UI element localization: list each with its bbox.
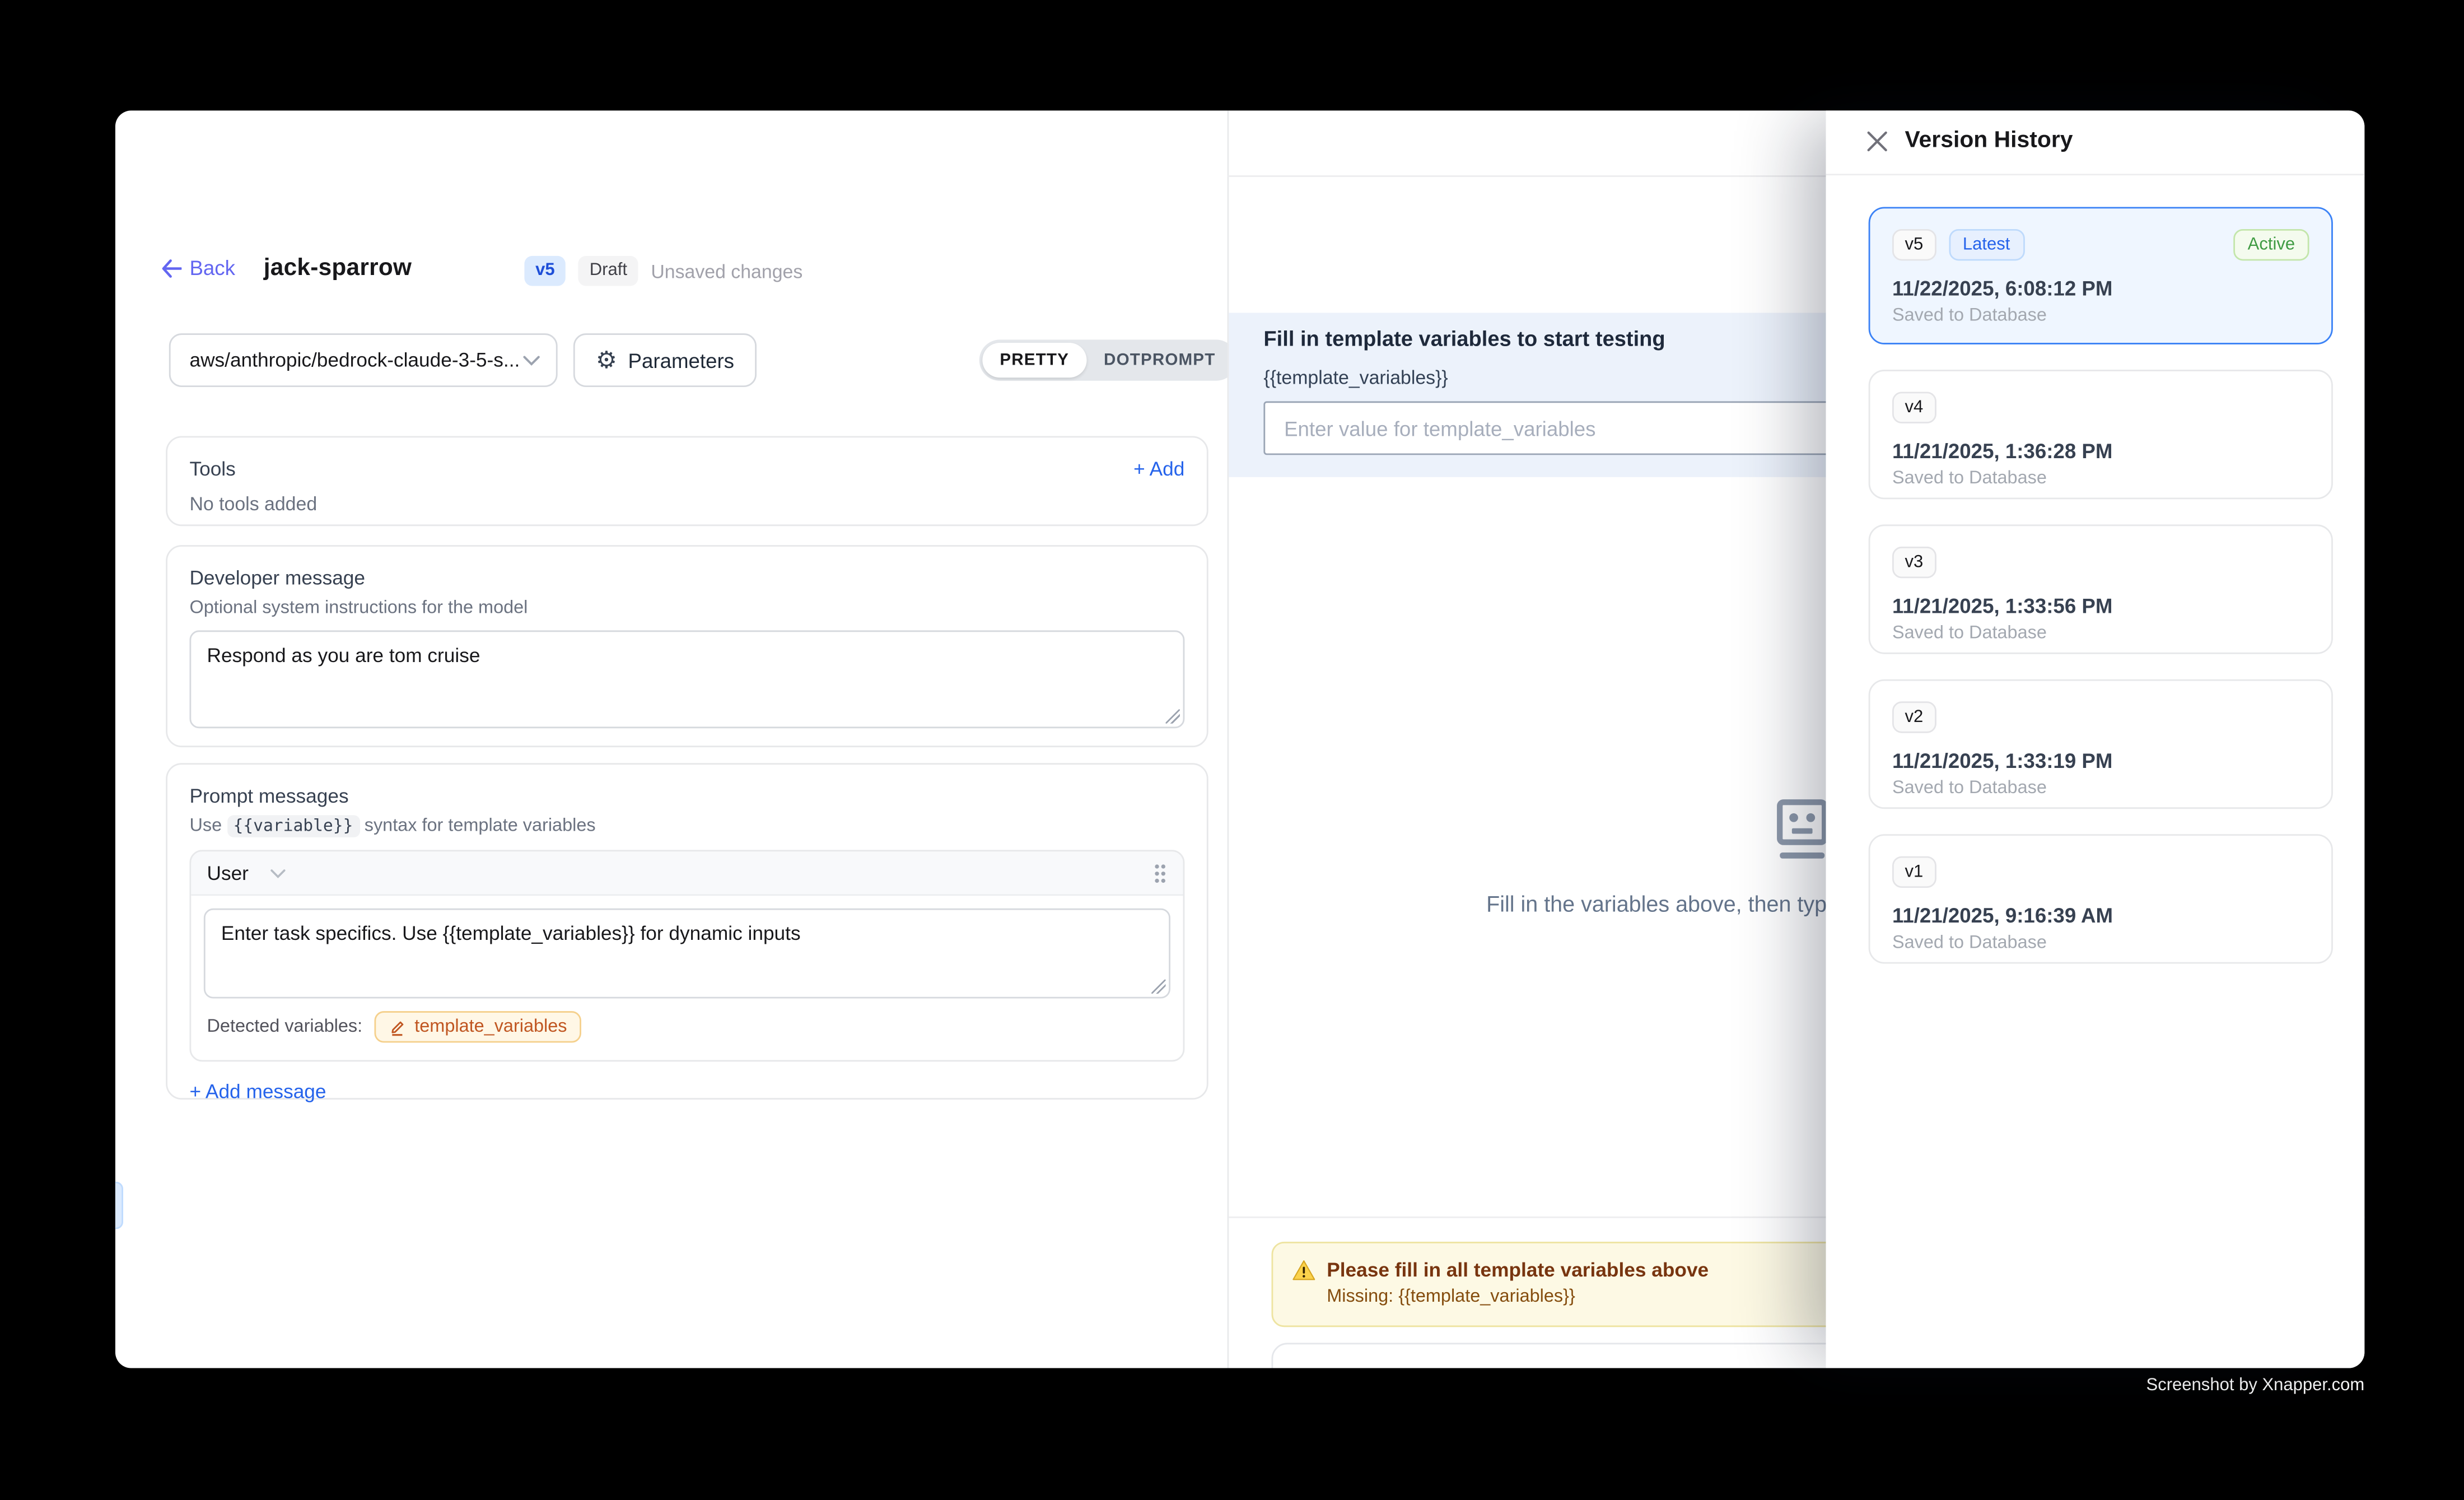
chevron-down-icon	[270, 868, 286, 878]
version-date: 11/21/2025, 1:33:56 PM	[1892, 594, 2309, 618]
role-select-value: User	[207, 862, 248, 884]
message-header: User	[191, 851, 1183, 896]
back-arrow-icon	[161, 258, 182, 277]
developer-message-subtitle: Optional system instructions for the mod…	[189, 599, 1184, 618]
version-card-v5[interactable]: v5 Latest Active 11/22/2025, 6:08:12 PM …	[1869, 207, 2333, 344]
variable-syntax-chip: {{variable}}	[227, 815, 360, 837]
tools-title: Tools	[189, 458, 235, 480]
parameters-label: Parameters	[628, 348, 735, 372]
chevron-down-icon	[523, 355, 540, 366]
back-button[interactable]: Back	[161, 256, 235, 279]
prompt-message-block: User Enter task specifics. Use {{templat…	[189, 850, 1184, 1061]
add-message-label: Add message	[206, 1080, 326, 1102]
developer-message-card: Developer message Optional system instru…	[166, 545, 1208, 747]
parameters-button[interactable]: ⚙ Parameters	[573, 333, 757, 387]
page-header: Back jack-sparrow	[161, 254, 412, 281]
version-storage: Saved to Database	[1892, 306, 2309, 325]
edge-handle[interactable]	[115, 1182, 123, 1229]
hint-suffix: syntax for template variables	[365, 817, 596, 836]
model-select[interactable]: aws/anthropic/bedrock-claude-3-5-s...	[169, 333, 558, 387]
page-title: jack-sparrow	[264, 254, 412, 281]
tools-card: Tools + Add No tools added	[166, 436, 1208, 526]
version-storage: Saved to Database	[1892, 934, 2309, 953]
version-card-v1[interactable]: v1 11/21/2025, 9:16:39 AM Saved to Datab…	[1869, 834, 2333, 963]
latest-badge: Latest	[1948, 229, 2024, 260]
tools-empty-text: No tools added	[189, 493, 1184, 515]
developer-message-title: Developer message	[189, 567, 1184, 589]
drag-handle-icon[interactable]	[1153, 862, 1167, 884]
version-badge: v5	[524, 256, 566, 286]
prompt-messages-hint: Use {{variable}} syntax for template var…	[189, 817, 1184, 836]
toggle-pretty[interactable]: PRETTY	[982, 343, 1086, 378]
version-date: 11/22/2025, 6:08:12 PM	[1892, 277, 2309, 300]
toggle-dotprompt[interactable]: DOTPROMPT	[1086, 343, 1233, 378]
template-variable-chip[interactable]: template_variables	[375, 1011, 581, 1042]
unsaved-changes-text: Unsaved changes	[651, 260, 802, 282]
resize-grip-icon[interactable]	[1166, 709, 1180, 723]
draft-status-badge: Draft	[578, 256, 638, 286]
detected-variables-label: Detected variables:	[207, 1017, 362, 1036]
detected-variables-row: Detected variables: template_variables	[204, 999, 1170, 1047]
header-badges: v5 Draft Unsaved changes	[524, 256, 802, 286]
version-tag: v2	[1892, 701, 1936, 733]
version-tag: v1	[1892, 856, 1936, 888]
screenshot-stage: Back jack-sparrow v5 Draft Unsaved chang…	[0, 0, 2464, 1500]
version-history-title: Version History	[1905, 128, 2073, 153]
version-tag: v3	[1892, 547, 1936, 578]
back-label: Back	[189, 256, 235, 279]
resize-grip-icon[interactable]	[1151, 980, 1165, 994]
version-history-header: Version History	[1826, 110, 2365, 174]
model-select-value: aws/anthropic/bedrock-claude-3-5-s...	[189, 349, 522, 371]
divider	[1826, 174, 2365, 175]
close-icon[interactable]	[1865, 129, 1889, 153]
version-tag: v4	[1892, 392, 1936, 423]
active-badge: Active	[2233, 229, 2309, 260]
warning-triangle-icon	[1292, 1259, 1315, 1281]
version-storage: Saved to Database	[1892, 469, 2309, 488]
gear-icon: ⚙	[596, 348, 617, 372]
version-storage: Saved to Database	[1892, 779, 2309, 798]
watermark-text: Screenshot by Xnapper.com	[2146, 1376, 2365, 1395]
version-card-v2[interactable]: v2 11/21/2025, 1:33:19 PM Saved to Datab…	[1869, 679, 2333, 809]
version-date: 11/21/2025, 1:33:19 PM	[1892, 749, 2309, 772]
pencil-icon	[389, 1018, 407, 1036]
version-card-v3[interactable]: v3 11/21/2025, 1:33:56 PM Saved to Datab…	[1869, 524, 2333, 654]
warning-title: Please fill in all template variables ab…	[1327, 1259, 1709, 1281]
role-select[interactable]: User	[207, 862, 286, 884]
hint-prefix: Use	[189, 817, 222, 836]
template-variable-name-label: {{template_variables}}	[1263, 366, 1448, 388]
version-list: v5 Latest Active 11/22/2025, 6:08:12 PM …	[1869, 207, 2333, 989]
version-date: 11/21/2025, 9:16:39 AM	[1892, 903, 2309, 927]
prompt-messages-title: Prompt messages	[189, 785, 1184, 807]
empty-state-text: Fill in the variables above, then typ	[1486, 891, 1827, 916]
version-card-v4[interactable]: v4 11/21/2025, 1:36:28 PM Saved to Datab…	[1869, 370, 2333, 499]
template-variables-title: Fill in template variables to start test…	[1263, 327, 1665, 351]
add-tool-button[interactable]: + Add	[1133, 458, 1184, 480]
version-storage: Saved to Database	[1892, 624, 2309, 643]
add-tool-label: Add	[1150, 458, 1185, 480]
user-message-input[interactable]: Enter task specifics. Use {{template_var…	[204, 909, 1170, 999]
add-message-button[interactable]: + Add message	[189, 1080, 326, 1102]
version-history-panel: Version History v5 Latest Active 11/22/2…	[1826, 110, 2365, 1368]
template-variable-chip-label: template_variables	[414, 1017, 567, 1036]
view-mode-toggle: PRETTY DOTPROMPT	[979, 339, 1236, 380]
developer-message-input[interactable]: Respond as you are tom cruise	[189, 630, 1184, 728]
pane-divider	[1228, 110, 1229, 1368]
version-tag: v5	[1892, 229, 1936, 260]
version-date: 11/21/2025, 1:36:28 PM	[1892, 439, 2309, 463]
prompt-messages-card: Prompt messages Use {{variable}} syntax …	[166, 763, 1208, 1100]
